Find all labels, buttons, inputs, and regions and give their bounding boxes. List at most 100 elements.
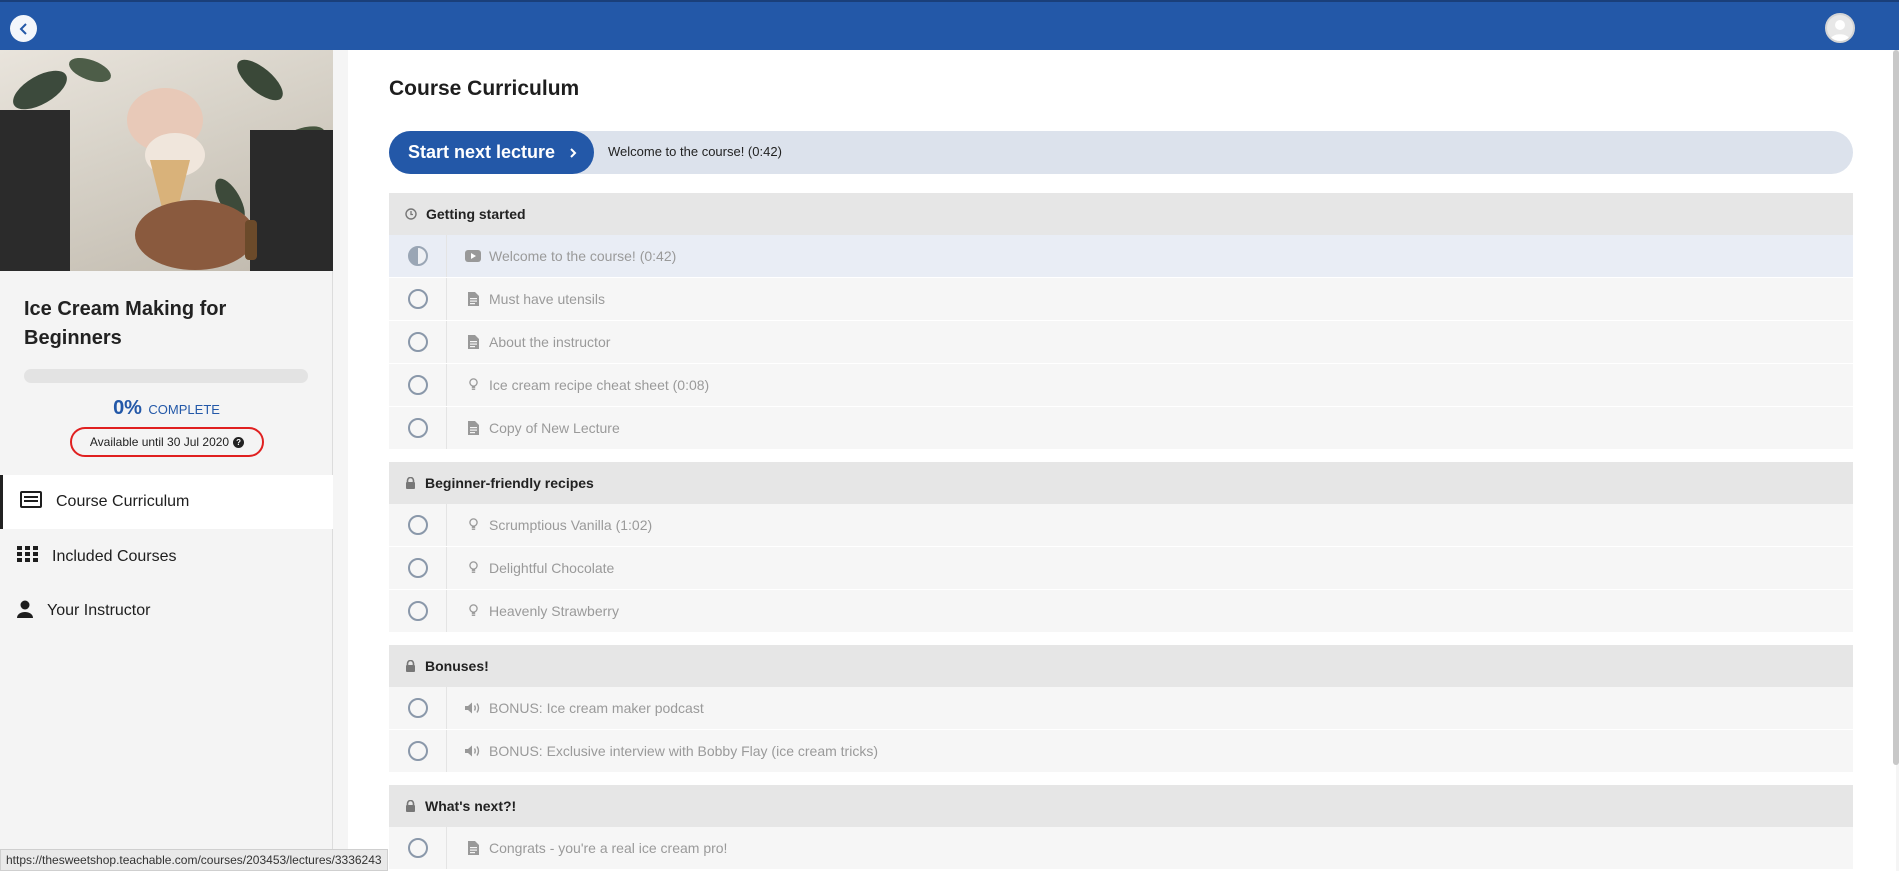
circle-icon bbox=[407, 698, 428, 718]
document-icon bbox=[465, 841, 481, 855]
circle-icon bbox=[407, 558, 428, 578]
main-content: Course Curriculum Start next lecture Wel… bbox=[348, 50, 1896, 871]
lock-icon bbox=[405, 477, 416, 489]
lecture-row[interactable]: Must have utensils bbox=[389, 278, 1853, 321]
circle-icon bbox=[407, 838, 428, 858]
next-lecture-bar[interactable]: Start next lecture Welcome to the course… bbox=[389, 131, 1853, 174]
circle-icon bbox=[407, 741, 428, 761]
lock-icon bbox=[405, 800, 416, 812]
completion-toggle[interactable] bbox=[389, 321, 447, 363]
section-header: Beginner-friendly recipes bbox=[389, 462, 1853, 504]
completion-toggle[interactable] bbox=[389, 504, 447, 546]
lecture-row[interactable]: Congrats - you're a real ice cream pro! bbox=[389, 827, 1853, 870]
user-icon bbox=[17, 600, 33, 623]
half-circle-icon bbox=[407, 246, 428, 266]
section-header: Getting started bbox=[389, 193, 1853, 235]
nav-label: Your Instructor bbox=[47, 602, 151, 619]
lecture-row[interactable]: BONUS: Exclusive interview with Bobby Fl… bbox=[389, 730, 1853, 773]
curriculum-icon bbox=[20, 491, 42, 513]
document-icon bbox=[465, 335, 481, 349]
section-title: Bonuses! bbox=[425, 658, 489, 674]
lecture-title: Must have utensils bbox=[489, 291, 605, 307]
nav-included-courses[interactable]: Included Courses bbox=[0, 530, 333, 584]
nav-your-instructor[interactable]: Your Instructor bbox=[0, 584, 333, 638]
circle-icon bbox=[407, 289, 428, 309]
lecture-row[interactable]: BONUS: Ice cream maker podcast bbox=[389, 687, 1853, 730]
start-next-lecture-button[interactable]: Start next lecture bbox=[389, 131, 594, 174]
curriculum-list: Getting started Welcome to the course! (0… bbox=[389, 193, 1853, 870]
completion-toggle[interactable] bbox=[389, 827, 447, 869]
lightbulb-icon bbox=[465, 604, 481, 618]
section-spacer bbox=[389, 633, 1853, 645]
audio-icon bbox=[465, 745, 481, 757]
chevron-right-icon bbox=[570, 147, 577, 158]
availability-badge: Available until 30 Jul 2020 ? bbox=[70, 427, 264, 457]
circle-icon bbox=[407, 601, 428, 621]
availability-text: Available until 30 Jul 2020 bbox=[89, 435, 230, 449]
lightbulb-icon bbox=[465, 518, 481, 532]
avatar-icon bbox=[1830, 20, 1850, 41]
completion-toggle[interactable] bbox=[389, 278, 447, 320]
lock-icon bbox=[405, 660, 416, 672]
section-spacer bbox=[389, 450, 1853, 462]
completion-toggle[interactable] bbox=[389, 590, 447, 632]
section-title: What's next?! bbox=[425, 798, 517, 814]
course-hero-image bbox=[0, 50, 333, 271]
lecture-title: Welcome to the course! (0:42) bbox=[489, 248, 677, 264]
completion-percent: 0% bbox=[113, 397, 142, 419]
video-icon bbox=[465, 250, 481, 262]
circle-icon bbox=[407, 375, 428, 395]
chevron-left-icon bbox=[19, 22, 27, 35]
back-button[interactable] bbox=[10, 15, 37, 42]
lecture-row[interactable]: Heavenly Strawberry bbox=[389, 590, 1853, 633]
nav-label: Included Courses bbox=[52, 548, 177, 565]
audio-icon bbox=[465, 702, 481, 714]
completion-label: 0% COMPLETE bbox=[0, 397, 333, 420]
lecture-row[interactable]: Ice cream recipe cheat sheet (0:08) bbox=[389, 364, 1853, 407]
lecture-row[interactable]: Scrumptious Vanilla (1:02) bbox=[389, 504, 1853, 547]
completion-toggle[interactable] bbox=[389, 547, 447, 589]
lecture-title: Scrumptious Vanilla (1:02) bbox=[489, 517, 653, 533]
lightbulb-icon bbox=[465, 561, 481, 575]
lecture-row[interactable]: Delightful Chocolate bbox=[389, 547, 1853, 590]
completion-toggle[interactable] bbox=[389, 730, 447, 772]
completion-word: COMPLETE bbox=[148, 402, 220, 417]
help-icon[interactable]: ? bbox=[233, 436, 245, 448]
lecture-title: BONUS: Ice cream maker podcast bbox=[489, 700, 704, 716]
course-title: Ice Cream Making for Beginners bbox=[24, 298, 227, 349]
section-header: Bonuses! bbox=[389, 645, 1853, 687]
completion-toggle[interactable] bbox=[389, 687, 447, 729]
circle-icon bbox=[407, 332, 428, 352]
lecture-title: Delightful Chocolate bbox=[489, 560, 615, 576]
completion-toggle[interactable] bbox=[389, 364, 447, 406]
completion-toggle[interactable] bbox=[389, 407, 447, 449]
lightbulb-icon bbox=[465, 378, 481, 392]
completion-toggle[interactable] bbox=[389, 235, 447, 277]
lecture-row[interactable]: About the instructor bbox=[389, 321, 1853, 364]
lecture-row[interactable]: Copy of New Lecture bbox=[389, 407, 1853, 450]
section-header: What's next?! bbox=[389, 785, 1853, 827]
nav-course-curriculum[interactable]: Course Curriculum bbox=[0, 475, 333, 529]
lecture-title: Ice cream recipe cheat sheet (0:08) bbox=[489, 377, 710, 393]
sidebar: Ice Cream Making for Beginners 0% COMPLE… bbox=[0, 50, 333, 871]
section-spacer bbox=[389, 773, 1853, 785]
section-title: Beginner-friendly recipes bbox=[425, 475, 594, 491]
start-button-label: Start next lecture bbox=[408, 142, 556, 162]
document-icon bbox=[465, 292, 481, 306]
lecture-title: Congrats - you're a real ice cream pro! bbox=[489, 840, 728, 856]
top-navbar bbox=[0, 0, 1899, 50]
document-icon bbox=[465, 421, 481, 435]
page-title: Course Curriculum bbox=[389, 77, 580, 100]
lecture-title: Heavenly Strawberry bbox=[489, 603, 619, 619]
lecture-title: About the instructor bbox=[489, 334, 611, 350]
section-title: Getting started bbox=[426, 206, 526, 222]
lecture-row[interactable]: Welcome to the course! (0:42) bbox=[389, 235, 1853, 278]
user-avatar[interactable] bbox=[1825, 13, 1855, 43]
scrollbar[interactable] bbox=[1893, 50, 1899, 765]
circle-icon bbox=[407, 515, 428, 535]
progress-bar bbox=[24, 369, 308, 383]
clock-icon bbox=[405, 208, 417, 220]
circle-icon bbox=[407, 418, 428, 438]
lecture-title: Copy of New Lecture bbox=[489, 420, 620, 436]
browser-status-url: https://thesweetshop.teachable.com/cours… bbox=[0, 849, 388, 871]
